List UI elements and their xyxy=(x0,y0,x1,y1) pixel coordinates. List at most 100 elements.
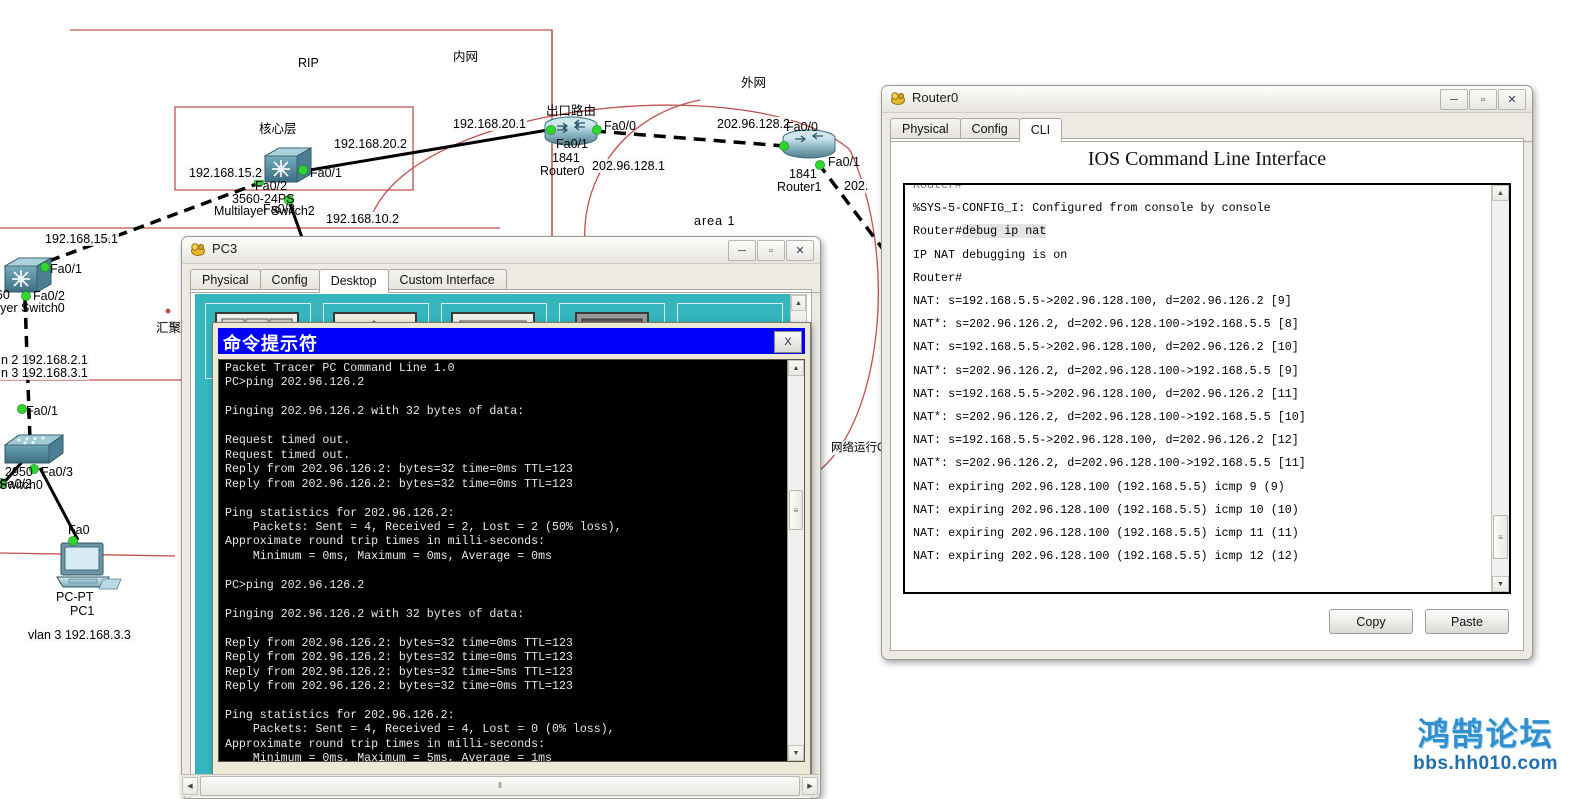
command-prompt-line: Approximate round trip times in milli-se… xyxy=(225,737,546,751)
ip-label-vlan3: n 3 192.168.3.1 xyxy=(0,366,89,380)
cli-line: IP NAT debugging is on xyxy=(913,247,1068,262)
pc3-horizontal-scrollbar[interactable]: ◀ ▶ ⦀ xyxy=(181,774,819,797)
cli-vertical-scrollbar[interactable]: ▲ ≡ ▼ xyxy=(1491,185,1509,592)
command-prompt-line: Ping statistics for 202.96.126.2: xyxy=(225,506,455,520)
command-prompt-line: Packets: Sent = 4, Received = 4, Lost = … xyxy=(225,723,615,737)
device-icon-multilayer-switch2 xyxy=(263,147,313,183)
scroll-down-icon[interactable]: ▼ xyxy=(1492,576,1509,592)
command-prompt-window[interactable]: 命令提示符 X Packet Tracer PC Command Line 1.… xyxy=(212,322,811,785)
close-icon[interactable]: ✕ xyxy=(1498,89,1526,110)
cli-line: NAT: expiring 202.96.128.100 (192.168.5.… xyxy=(913,526,1299,541)
router0-window[interactable]: Router0 ─ ▫ ✕ Physical Config CLI IOS Co… xyxy=(881,85,1533,660)
zone-label-area-1: area 1 xyxy=(694,214,736,228)
command-prompt-line: Pinging 202.96.126.2 with 32 bytes of da… xyxy=(225,405,525,419)
maximize-icon[interactable]: ▫ xyxy=(757,240,785,261)
command-prompt-output[interactable]: Packet Tracer PC Command Line 1.0 PC>ping… xyxy=(219,360,787,761)
device-icon-pc1 xyxy=(56,542,122,590)
scroll-left-icon[interactable]: ◀ xyxy=(182,777,198,795)
zone-label-rip: RIP xyxy=(298,56,319,70)
watermark-url: bbs.hh010.com xyxy=(1413,753,1558,774)
pc3-window-title: PC3 xyxy=(212,241,238,256)
cli-line: NAT: expiring 202.96.128.100 (192.168.5.… xyxy=(913,549,1299,564)
command-prompt-line: Reply from 202.96.126.2: bytes=32 time=0… xyxy=(225,477,573,491)
device-name-router0: Router0 xyxy=(540,164,585,178)
tab-desktop[interactable]: Desktop xyxy=(318,269,389,293)
cli-line: NAT*: s=202.96.126.2, d=202.96.128.100->… xyxy=(913,410,1306,425)
copy-button[interactable]: Copy xyxy=(1329,609,1413,634)
scroll-right-icon[interactable]: ▶ xyxy=(802,777,818,795)
device-name-multilayer-switch2: Multilayer Switch2 xyxy=(214,204,315,218)
port-label-sw0-fa01: Fa0/1 xyxy=(26,404,58,418)
ip-label-192-168-15-2: 192.168.15.2 xyxy=(188,166,263,180)
cli-line: NAT: expiring 202.96.128.100 (192.168.5.… xyxy=(913,502,1299,517)
command-prompt-line: Packets: Sent = 4, Received = 2, Lost = … xyxy=(225,520,622,534)
command-prompt-line: Reply from 202.96.126.2: bytes=32 time=5… xyxy=(225,665,573,679)
device-name-multilayer-switch0: Multilayer Switch0 xyxy=(0,301,65,315)
command-prompt-line: Minimum = 0ms, Maximum = 0ms, Average = … xyxy=(225,549,552,563)
cli-console-container[interactable]: Router# %SYS-5-CONFIG_I: Configured from … xyxy=(903,183,1511,594)
command-prompt-vertical-scrollbar[interactable]: ▲ ≡ ▼ xyxy=(787,360,804,761)
port-label-router0-fa00: Fa0/0 xyxy=(604,119,636,133)
cli-line: NAT*: s=202.96.126.2, d=202.96.128.100->… xyxy=(913,363,1299,378)
minimize-icon[interactable]: ─ xyxy=(728,240,756,261)
scroll-down-icon[interactable]: ▼ xyxy=(788,745,804,761)
port-label-router1-fa00: Fa0/0 xyxy=(786,120,818,134)
close-icon[interactable]: X xyxy=(774,331,802,353)
horizontal-scroll-thumb[interactable]: ⦀ xyxy=(200,776,800,796)
device-name-switch0: Switch0 xyxy=(0,478,43,492)
ip-label-202-96-128-2: 202.96.128.2 xyxy=(716,117,791,131)
ip-label-192-168-20-2: 192.168.20.2 xyxy=(333,137,408,151)
minimize-icon[interactable]: ─ xyxy=(1440,89,1468,110)
cli-line: NAT: s=192.168.5.5->202.96.128.100, d=20… xyxy=(913,386,1299,401)
cli-action-buttons[interactable]: Copy Paste xyxy=(1329,609,1509,634)
packet-tracer-device-icon xyxy=(190,242,206,258)
command-prompt-line: Approximate round trip times in milli-se… xyxy=(225,535,546,549)
router0-window-title: Router0 xyxy=(912,90,959,105)
pc3-window-controls[interactable]: ─ ▫ ✕ xyxy=(727,240,814,261)
router0-titlebar[interactable]: Router0 ─ ▫ ✕ xyxy=(882,86,1532,113)
command-prompt-line xyxy=(225,593,787,607)
zone-label-extranet: 外网 xyxy=(741,76,767,90)
close-icon[interactable]: ✕ xyxy=(786,240,814,261)
cli-line: Router# xyxy=(913,270,963,285)
command-prompt-title: 命令提示符 xyxy=(223,334,318,355)
cli-heading: IOS Command Line Interface xyxy=(1087,148,1327,170)
command-prompt-titlebar[interactable]: 命令提示符 X xyxy=(218,328,805,355)
command-prompt-console-container[interactable]: Packet Tracer PC Command Line 1.0 PC>ping… xyxy=(218,359,805,762)
router0-window-controls[interactable]: ─ ▫ ✕ xyxy=(1439,89,1526,110)
port-label-core-fa01: Fa0/1 xyxy=(310,166,342,180)
command-prompt-line: Reply from 202.96.126.2: bytes=32 time=0… xyxy=(225,463,573,477)
maximize-icon[interactable]: ▫ xyxy=(1469,89,1497,110)
scroll-up-icon[interactable]: ▲ xyxy=(791,295,806,311)
zone-label-intranet: 内网 xyxy=(453,50,479,64)
ip-label-202-truncated: 202. xyxy=(843,179,870,193)
tab-cli[interactable]: CLI xyxy=(1018,118,1063,142)
cli-scroll-thumb[interactable]: ≡ xyxy=(1493,515,1508,559)
cli-console-output[interactable]: Router# %SYS-5-CONFIG_I: Configured from … xyxy=(905,185,1491,592)
cli-line: Router# xyxy=(913,185,963,192)
ip-label-192-168-20-1: 192.168.20.1 xyxy=(452,117,527,131)
cli-line: NAT: s=192.168.5.5->202.96.128.100, d=20… xyxy=(913,340,1299,355)
packet-tracer-device-icon xyxy=(890,91,906,107)
zone-label-network-operation: 网络运行O xyxy=(830,441,887,455)
port-label-sw0-fa03: Fa0/3 xyxy=(41,465,73,479)
port-label-router1-fa01: Fa0/1 xyxy=(828,155,860,169)
command-prompt-line: Request timed out. xyxy=(225,434,351,448)
device-model-multilayer-switch0: 3560 xyxy=(0,288,10,302)
ip-label-vlan2: n 2 192.168.2.1 xyxy=(0,353,89,367)
cli-line: NAT*: s=202.96.126.2, d=202.96.128.100->… xyxy=(913,456,1306,471)
cli-line: NAT: expiring 202.96.128.100 (192.168.5.… xyxy=(913,479,1285,494)
device-name-router1: Router1 xyxy=(777,180,822,194)
watermark-logo-text: 鸿鹄论坛 xyxy=(1417,715,1554,753)
scroll-up-icon[interactable]: ▲ xyxy=(1492,185,1509,201)
scroll-up-icon[interactable]: ▲ xyxy=(788,360,804,376)
cli-line: Router#debug ip nat xyxy=(913,224,1047,239)
paste-button[interactable]: Paste xyxy=(1425,609,1509,634)
command-prompt-scroll-thumb[interactable]: ≡ xyxy=(789,490,803,530)
command-prompt-line xyxy=(225,492,787,506)
pc3-titlebar[interactable]: PC3 ─ ▫ ✕ xyxy=(182,237,820,264)
command-prompt-line: Reply from 202.96.126.2: bytes=32 time=0… xyxy=(225,651,573,665)
zone-marker-dot xyxy=(165,308,171,314)
command-prompt-line: Reply from 202.96.126.2: bytes=32 time=0… xyxy=(225,636,573,650)
command-prompt-line: Pinging 202.96.126.2 with 32 bytes of da… xyxy=(225,607,525,621)
